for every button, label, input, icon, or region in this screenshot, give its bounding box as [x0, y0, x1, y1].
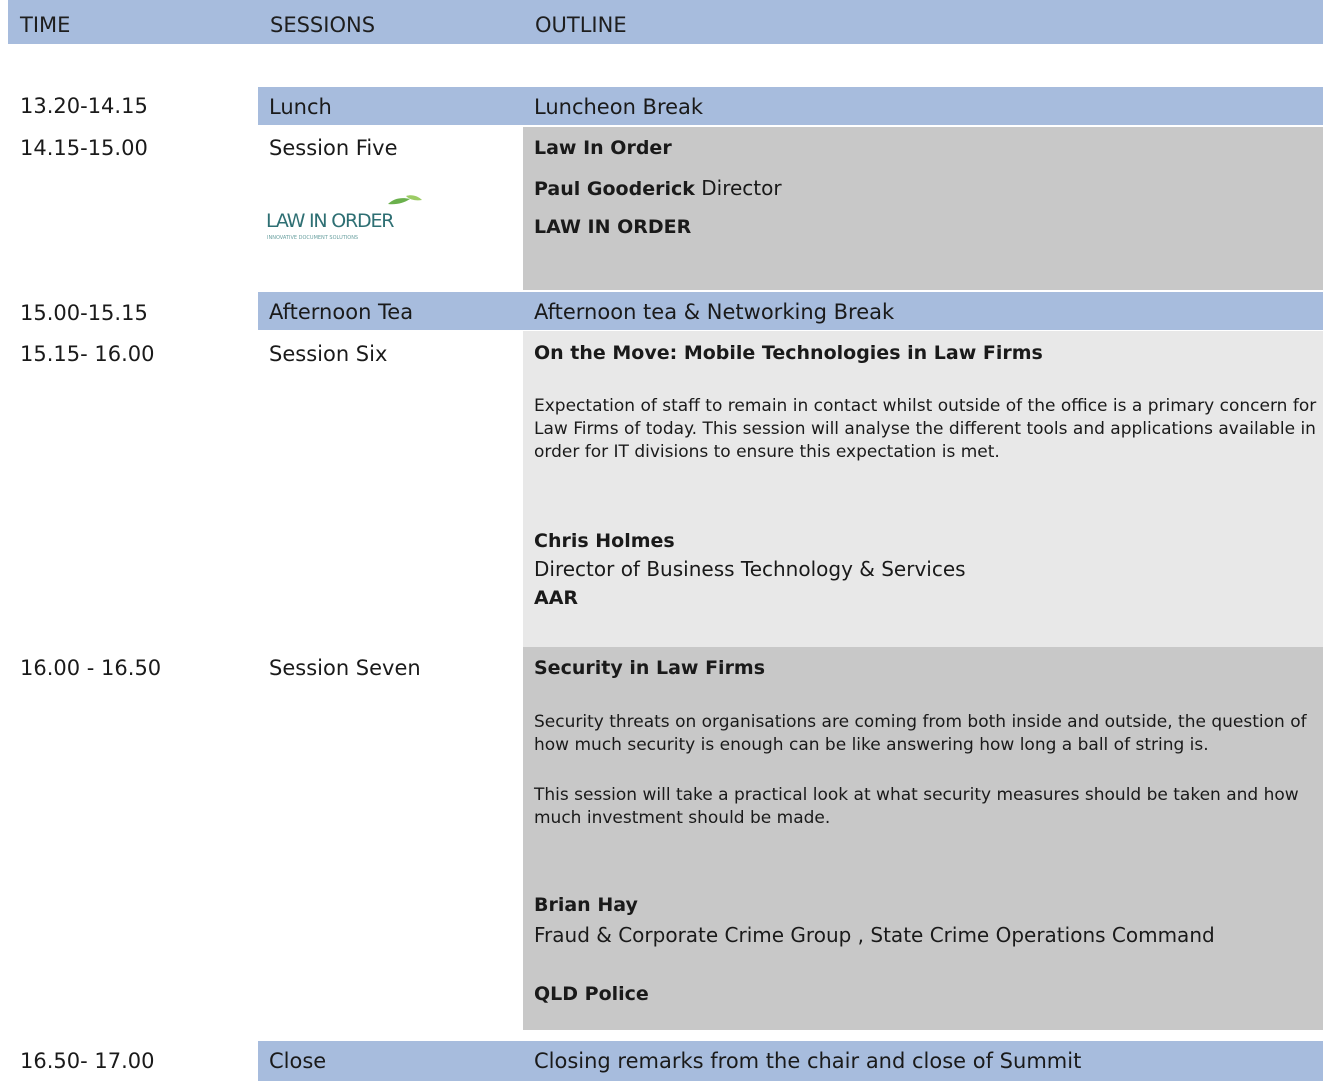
session-five-title: Law In Order [534, 137, 672, 159]
session-five-role: Director [694, 176, 782, 200]
table-header: TIME SESSIONS OUTLINE [8, 0, 1323, 44]
session-five-org: LAW IN ORDER [534, 216, 692, 238]
session-six-speaker: Chris Holmes [534, 530, 675, 552]
time-session-seven: 16.00 - 16.50 [20, 656, 162, 680]
header-sessions: SESSIONS [270, 13, 376, 37]
session-seven-description-2: This session will take a practical look … [534, 785, 1299, 828]
session-six-org: AAR [534, 587, 579, 609]
session-lunch: Lunch [269, 95, 332, 119]
break-row-lunch: Lunch Luncheon Break [258, 87, 1323, 125]
time-close: 16.50- 17.00 [20, 1049, 155, 1073]
time-session-six: 15.15- 16.00 [20, 342, 155, 366]
outline-session-five: Law In Order Paul Gooderick Director LAW… [523, 127, 1323, 290]
outline-tea: Afternoon tea & Networking Break [534, 300, 895, 324]
session-five-speaker: Paul Gooderick [534, 178, 695, 200]
outline-session-seven: Security in Law Firms Security threats o… [523, 647, 1323, 1030]
session-five-label: Session Five [269, 136, 398, 160]
session-six-description: Expectation of staff to remain in contac… [534, 396, 1317, 462]
session-seven-label: Session Seven [269, 656, 421, 680]
session-five-speaker-line: Paul Gooderick Director [534, 176, 782, 200]
outline-close: Closing remarks from the chair and close… [534, 1049, 1082, 1073]
time-lunch: 13.20-14.15 [20, 94, 148, 118]
logo-text: LAW IN ORDER [266, 210, 394, 232]
law-in-order-logo: LAW IN ORDER INNOVATIVE DOCUMENT SOLUTIO… [266, 192, 426, 250]
break-row-tea: Afternoon Tea Afternoon tea & Networking… [258, 292, 1323, 330]
break-row-close: Close Closing remarks from the chair and… [258, 1041, 1323, 1081]
time-session-five: 14.15-15.00 [20, 136, 148, 160]
time-tea: 15.00-15.15 [20, 301, 148, 325]
session-six-role: Director of Business Technology & Servic… [534, 557, 966, 581]
leaf-icon [388, 195, 422, 205]
header-time: TIME [20, 13, 71, 37]
session-seven-title: Security in Law Firms [534, 657, 766, 679]
outline-session-six: On the Move: Mobile Technologies in Law … [523, 331, 1323, 647]
header-outline: OUTLINE [535, 13, 627, 37]
session-six-label: Session Six [269, 342, 388, 366]
session-seven-description-1: Security threats on organisations are co… [534, 712, 1307, 755]
session-tea: Afternoon Tea [269, 300, 414, 324]
session-seven-org: QLD Police [534, 983, 649, 1005]
logo-tagline: INNOVATIVE DOCUMENT SOLUTIONS [267, 235, 359, 241]
session-seven-speaker: Brian Hay [534, 894, 638, 916]
session-six-title: On the Move: Mobile Technologies in Law … [534, 342, 1043, 364]
session-seven-role: Fraud & Corporate Crime Group , State Cr… [534, 923, 1215, 947]
session-close: Close [269, 1049, 327, 1073]
outline-lunch: Luncheon Break [534, 95, 704, 119]
